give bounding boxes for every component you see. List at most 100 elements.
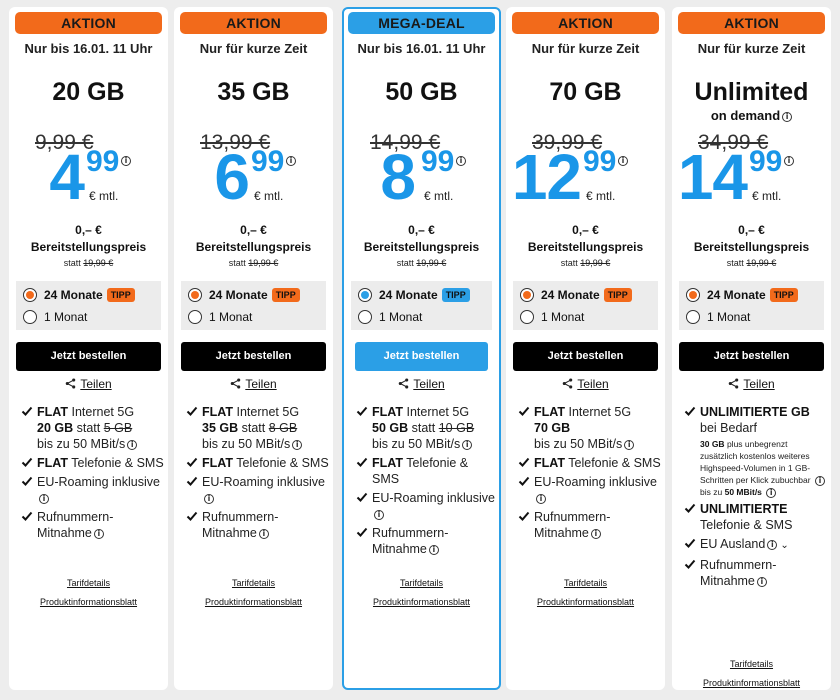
info-icon[interactable]: i <box>536 493 546 504</box>
info-icon[interactable]: i <box>624 439 635 450</box>
feature-eu-abroad[interactable]: EU Ausland i ⌄ <box>684 536 827 554</box>
share-link[interactable]: Teilen <box>506 377 665 391</box>
setup-old-value: 19,99 € <box>248 258 279 268</box>
order-button[interactable]: Jetzt bestellen <box>679 342 824 371</box>
monthly-price: 14 99 i € mtl. <box>672 145 831 209</box>
price-info-icon[interactable]: i <box>286 156 296 166</box>
feature-text: Telefonie & SMS <box>700 518 793 532</box>
tariff-card-70gb: AKTION Nur für kurze Zeit 70 GB 39,99 € … <box>506 7 665 690</box>
term-24-months[interactable]: 24 Monate TIPP <box>23 286 135 304</box>
data-volume: 50 GB <box>385 78 458 106</box>
tariff-details-link[interactable]: Tarifdetails <box>344 578 499 588</box>
info-icon[interactable]: i <box>93 528 104 539</box>
term-1-month[interactable]: 1 Monat <box>23 308 87 326</box>
radio-selected-icon[interactable] <box>188 288 202 302</box>
info-icon[interactable]: i <box>127 439 138 450</box>
product-info-link[interactable]: Produktinformationsblatt <box>672 678 831 688</box>
info-icon[interactable]: i <box>756 576 767 587</box>
price-info-icon[interactable]: i <box>121 156 131 166</box>
tariff-details-link[interactable]: Tarifdetails <box>174 578 333 588</box>
term-label: 24 Monate <box>44 288 103 302</box>
feature-bold: FLAT <box>372 456 404 470</box>
feature-old-volume: 10 GB <box>438 421 475 435</box>
info-icon[interactable]: i <box>39 493 49 504</box>
info-icon[interactable]: i <box>766 487 777 498</box>
feature-number-porting: Rufnummern-Mitnahme i <box>186 509 329 541</box>
product-info-link[interactable]: Produktinformationsblatt <box>174 597 333 607</box>
setup-old-price: statt 19,99 € <box>672 258 831 268</box>
feature-old-volume: 5 GB <box>103 421 133 435</box>
feature-text: EU-Roaming inklusive <box>37 475 160 489</box>
radio-icon[interactable] <box>358 310 372 324</box>
setup-label: Bereitstellungspreis <box>195 240 312 254</box>
radio-selected-icon[interactable] <box>520 288 534 302</box>
radio-icon[interactable] <box>23 310 37 324</box>
tariff-card-unlimited: AKTION Nur für kurze Zeit Unlimited on d… <box>672 7 831 690</box>
price-info-icon[interactable]: i <box>618 156 628 166</box>
term-1-month[interactable]: 1 Monat <box>188 308 252 326</box>
term-24-months[interactable]: 24 Monate TIPP <box>188 286 300 304</box>
term-1-month[interactable]: 1 Monat <box>520 308 584 326</box>
tariff-card-20gb: AKTION Nur bis 16.01. 11 Uhr 20 GB 9,99 … <box>9 7 168 690</box>
term-selector: 24 Monate TIPP 1 Monat <box>679 281 824 330</box>
info-icon[interactable]: i <box>258 528 269 539</box>
feature-list: FLAT Internet 5G 20 GB statt 5 GB bis zu… <box>21 404 164 544</box>
setup-old-price: statt 19,99 € <box>344 258 499 268</box>
term-label: 24 Monate <box>541 288 600 302</box>
info-icon[interactable]: i <box>814 475 825 486</box>
info-icon[interactable]: i <box>782 111 793 122</box>
info-icon[interactable]: i <box>204 493 214 504</box>
radio-selected-icon[interactable] <box>23 288 37 302</box>
check-icon <box>356 492 368 502</box>
order-button[interactable]: Jetzt bestellen <box>513 342 658 371</box>
share-label: Teilen <box>80 377 112 391</box>
product-info-link[interactable]: Produktinformationsblatt <box>344 597 499 607</box>
info-icon[interactable]: i <box>374 509 384 520</box>
order-button[interactable]: Jetzt bestellen <box>355 342 488 371</box>
feature-volume: 35 GB <box>202 421 239 435</box>
feature-number-porting: Rufnummern-Mitnahme i <box>356 525 495 557</box>
setup-old-price: statt 19,99 € <box>174 258 333 268</box>
tariff-card-35gb: AKTION Nur für kurze Zeit 35 GB 13,99 € … <box>174 7 333 690</box>
feature-text: EU-Roaming inklusive <box>202 475 325 489</box>
info-icon[interactable]: i <box>462 439 473 450</box>
tariff-details-link[interactable]: Tarifdetails <box>9 578 168 588</box>
radio-icon[interactable] <box>520 310 534 324</box>
radio-selected-icon[interactable] <box>358 288 372 302</box>
radio-icon[interactable] <box>686 310 700 324</box>
share-link[interactable]: Teilen <box>174 377 333 391</box>
order-button[interactable]: Jetzt bestellen <box>181 342 326 371</box>
info-icon[interactable]: i <box>428 544 439 555</box>
price-info-icon[interactable]: i <box>784 156 794 166</box>
price-unit: € mtl. <box>752 189 782 203</box>
order-button[interactable]: Jetzt bestellen <box>16 342 161 371</box>
setup-price: 0,– € <box>738 223 765 237</box>
term-1-month[interactable]: 1 Monat <box>358 308 422 326</box>
info-icon[interactable]: i <box>590 528 601 539</box>
term-24-months[interactable]: 24 Monate TIPP <box>520 286 632 304</box>
info-icon[interactable]: i <box>292 439 303 450</box>
tariff-details-link[interactable]: Tarifdetails <box>506 578 665 588</box>
price-integer: 12 <box>511 141 582 213</box>
tariff-details-link[interactable]: Tarifdetails <box>672 659 831 669</box>
tipp-badge: TIPP <box>769 288 798 302</box>
footer-links: Tarifdetails Produktinformationsblatt <box>174 578 333 616</box>
radio-icon[interactable] <box>188 310 202 324</box>
feature-number-porting: Rufnummern-Mitnahme i <box>684 557 827 589</box>
setup-old-prefix: statt <box>726 258 744 268</box>
term-label: 1 Monat <box>541 310 585 324</box>
info-icon[interactable]: i <box>767 539 778 550</box>
term-24-months[interactable]: 24 Monate TIPP <box>686 286 798 304</box>
term-24-months[interactable]: 24 Monate TIPP <box>358 286 470 304</box>
offer-deadline: Nur für kurze Zeit <box>531 41 640 56</box>
chevron-down-icon[interactable]: ⌄ <box>780 540 788 551</box>
volume-sub-label: on demand <box>710 108 781 123</box>
radio-selected-icon[interactable] <box>686 288 700 302</box>
price-info-icon[interactable]: i <box>456 156 466 166</box>
share-link[interactable]: Teilen <box>9 377 168 391</box>
share-link[interactable]: Teilen <box>344 377 499 391</box>
product-info-link[interactable]: Produktinformationsblatt <box>9 597 168 607</box>
product-info-link[interactable]: Produktinformationsblatt <box>506 597 665 607</box>
share-link[interactable]: Teilen <box>672 377 831 391</box>
term-1-month[interactable]: 1 Monat <box>686 308 750 326</box>
